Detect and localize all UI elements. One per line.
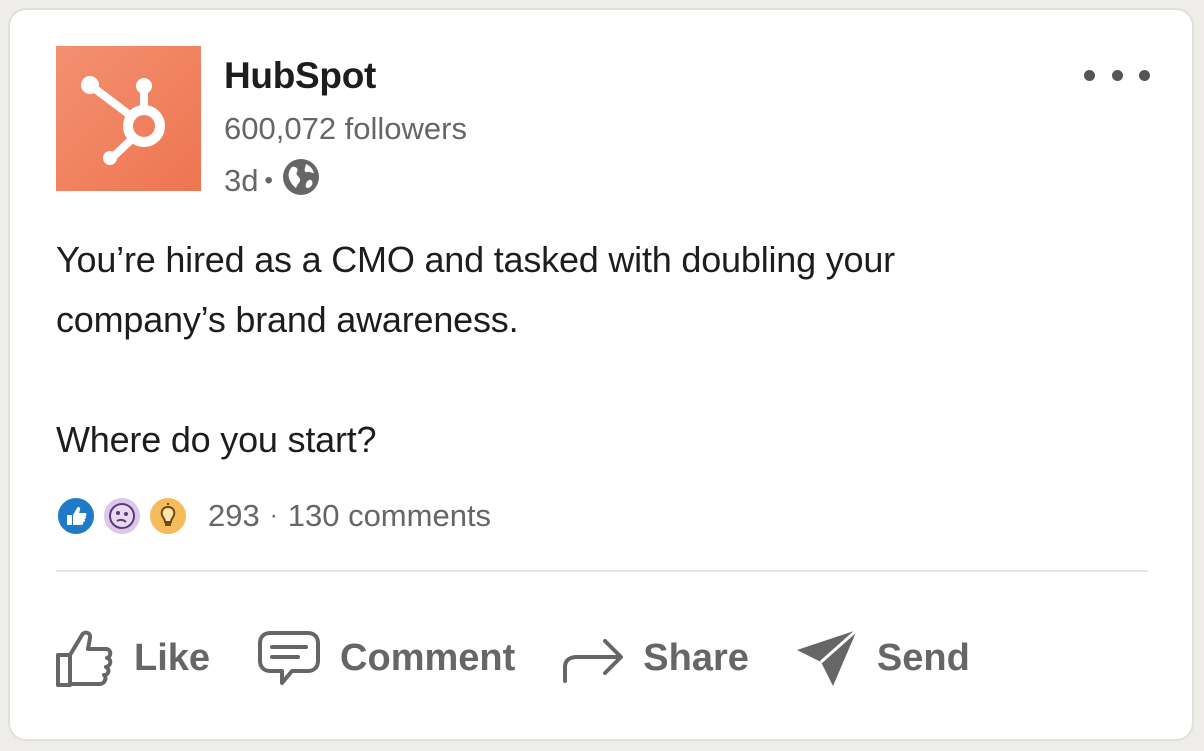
action-bar: Like Comment Share Send [54, 626, 1016, 690]
social-separator: · [269, 502, 278, 529]
like-reaction-icon[interactable] [56, 496, 96, 536]
post-paragraph: Where do you start? [56, 419, 377, 460]
more-options-dot [1139, 69, 1150, 81]
curious-reaction-icon[interactable] [102, 496, 142, 536]
post-meta: 3d • [224, 158, 320, 204]
comment-button[interactable]: Comment [256, 629, 515, 687]
send-icon [796, 628, 858, 686]
globe-icon [282, 158, 320, 204]
post-age: 3d [224, 163, 259, 198]
like-button[interactable]: Like [54, 627, 210, 689]
send-label: Send [876, 636, 970, 679]
send-button[interactable]: Send [795, 626, 970, 690]
company-logo[interactable] [56, 46, 201, 191]
thumbs-up-icon [56, 630, 113, 687]
more-options-icon [1084, 69, 1095, 81]
post-card: HubSpot 600,072 followers 3d • You’re hi… [8, 8, 1194, 741]
share-label: Share [643, 636, 749, 679]
comment-label: Comment [340, 636, 516, 679]
post-paragraph: You’re hired as a CMO and tasked with do… [56, 239, 895, 340]
share-button[interactable]: Share [561, 631, 749, 685]
reaction-count[interactable]: 293 [208, 498, 260, 534]
comment-icon [258, 631, 321, 685]
share-arrow-icon [563, 639, 624, 683]
meta-separator: • [264, 167, 273, 194]
comments-count-link[interactable]: 130 comments [288, 498, 491, 534]
more-options-dot [1111, 69, 1123, 81]
post-body: You’re hired as a CMO and tasked with do… [56, 230, 1056, 470]
follower-count: 600,072 followers [224, 111, 467, 146]
like-label: Like [134, 636, 211, 679]
company-name[interactable]: HubSpot [224, 55, 376, 97]
social-counts: 293 · 130 comments [56, 496, 491, 536]
insightful-reaction-icon[interactable] [148, 496, 188, 536]
more-options-button[interactable] [1084, 60, 1150, 90]
divider [56, 570, 1148, 572]
hubspot-logo-icon [81, 76, 165, 165]
